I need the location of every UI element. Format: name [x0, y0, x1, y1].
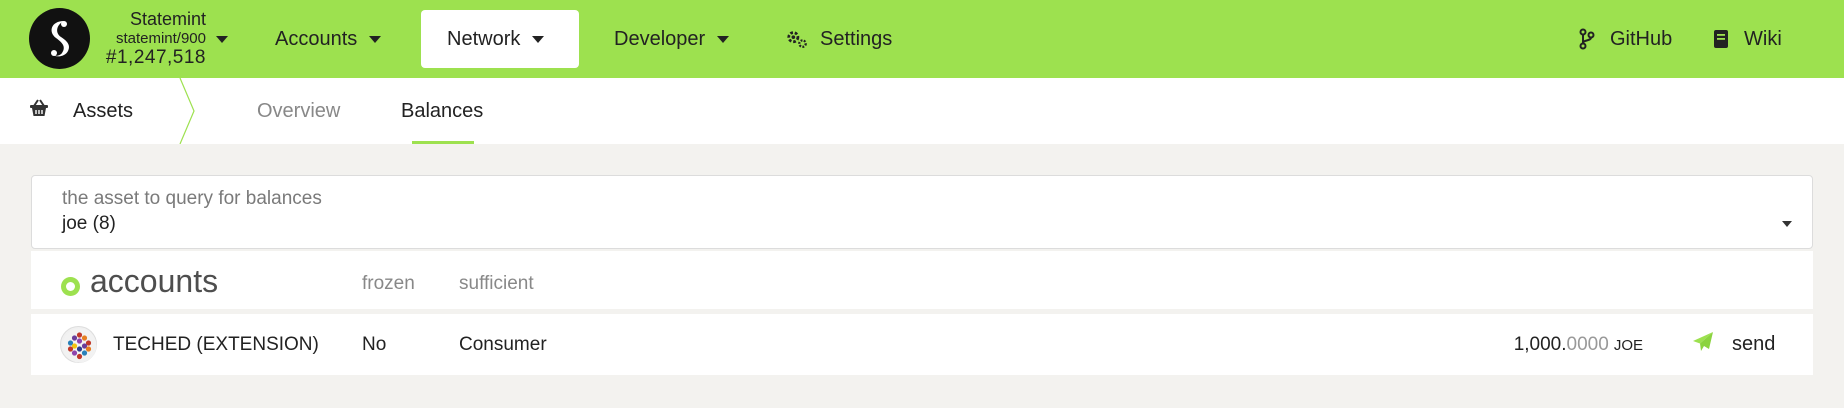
tab-overview[interactable]: Overview — [257, 78, 340, 144]
nav-accounts[interactable]: Accounts — [275, 10, 382, 68]
chain-name: Statemint — [129, 9, 206, 29]
book-icon — [1710, 28, 1732, 50]
chevron-down-icon — [1782, 221, 1792, 227]
cell-frozen: No — [362, 334, 387, 355]
chevron-down-icon — [532, 35, 545, 43]
nav-settings-label: Settings — [820, 28, 893, 50]
chevron-down-icon — [717, 35, 730, 43]
column-header-frozen: frozen — [362, 273, 415, 294]
balance-integer: 1,000. — [1513, 334, 1567, 355]
basket-icon — [29, 99, 49, 123]
nav-settings[interactable]: Settings — [786, 10, 892, 68]
chevron-down-icon — [369, 35, 382, 43]
asset-dropdown[interactable]: the asset to query for balances joe (8) — [31, 175, 1813, 249]
accounts-table: accounts frozen sufficient TECHED (EXTEN… — [31, 251, 1813, 375]
statemint-logo[interactable] — [29, 8, 90, 69]
asset-dropdown-label: the asset to query for balances — [62, 188, 322, 209]
nav-github[interactable]: GitHub — [1576, 10, 1672, 68]
column-header-sufficient: sufficient — [459, 273, 534, 294]
block-number: #1,247,518 — [105, 47, 206, 68]
tab-balances[interactable]: Balances — [401, 78, 483, 144]
section-assets[interactable]: Assets — [0, 78, 133, 144]
chain-id: statemint/900 — [115, 30, 206, 47]
account-name[interactable]: TECHED (EXTENSION) — [113, 334, 319, 356]
nav-accounts-label: Accounts — [275, 28, 358, 50]
paper-plane-icon — [1692, 331, 1714, 359]
table-title: accounts — [90, 263, 219, 299]
top-navbar: Statemint statemint/900 #1,247,518 Accou… — [0, 0, 1844, 78]
chain-selector[interactable]: Statemint statemint/900 #1,247,518 — [104, 9, 234, 69]
sub-navbar: Assets Overview Balances — [0, 78, 1844, 144]
balance-unit: JOE — [1613, 337, 1643, 354]
account-balance: 1,000.0000 JOE — [1514, 334, 1643, 356]
nav-wiki[interactable]: Wiki — [1710, 10, 1782, 68]
breadcrumb-divider — [179, 78, 195, 144]
nav-developer-label: Developer — [614, 28, 706, 50]
cell-sufficient: Consumer — [459, 334, 547, 355]
table-header: accounts frozen sufficient — [31, 251, 1813, 309]
nav-github-label: GitHub — [1610, 28, 1673, 50]
nav-network-label: Network — [447, 28, 521, 50]
accounts-dot-icon — [61, 277, 80, 296]
code-branch-icon — [1576, 28, 1598, 50]
chevron-down-icon — [216, 36, 228, 43]
asset-dropdown-value: joe (8) — [62, 213, 116, 234]
send-button-label: send — [1732, 333, 1776, 355]
table-row: TECHED (EXTENSION) No Consumer 1,000.000… — [31, 314, 1813, 375]
identicon-avatar[interactable] — [60, 326, 97, 363]
section-label: Assets — [73, 99, 134, 122]
gears-icon — [786, 28, 808, 50]
balance-decimal: 0000 — [1566, 334, 1609, 355]
nav-developer[interactable]: Developer — [614, 10, 730, 68]
active-tab-indicator — [412, 141, 474, 144]
send-button[interactable]: send — [1692, 326, 1775, 363]
nav-network[interactable]: Network — [421, 10, 579, 68]
nav-wiki-label: Wiki — [1744, 28, 1782, 50]
